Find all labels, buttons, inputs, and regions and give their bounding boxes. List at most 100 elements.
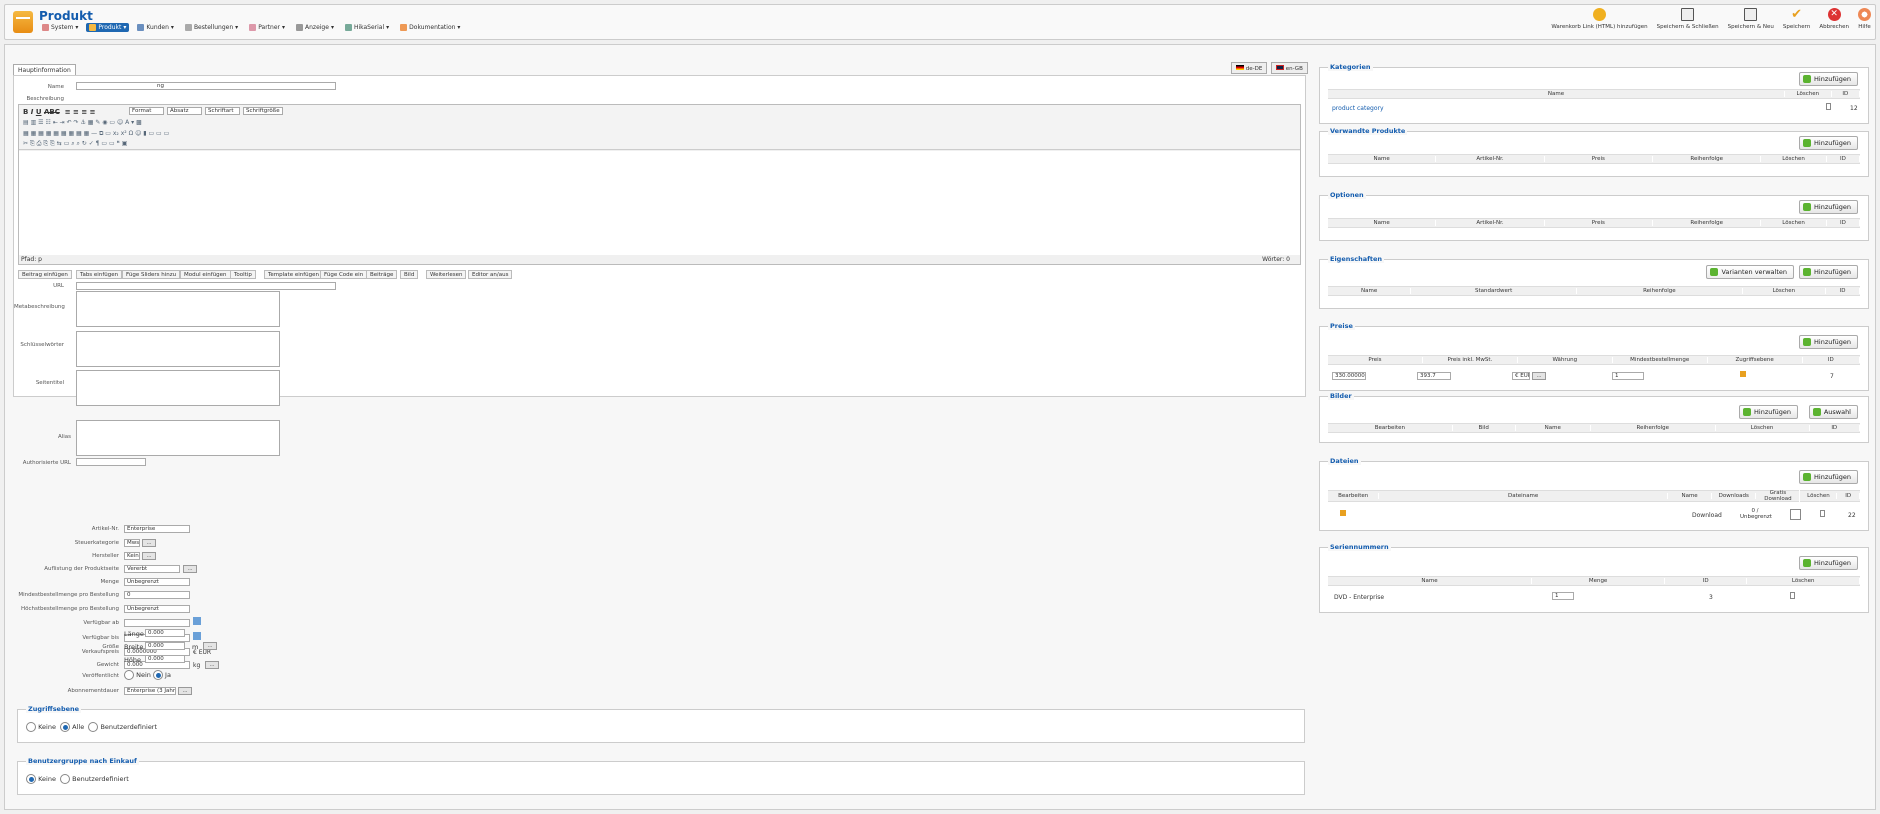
categories-title: Kategorien [1328, 63, 1373, 71]
tooltip-button[interactable]: Tooltip [230, 270, 256, 279]
access-level-edit-icon[interactable] [1740, 371, 1746, 377]
serial-quantity-input[interactable]: 1 [1552, 592, 1574, 600]
field-input[interactable]: Mwst [124, 539, 140, 547]
size-unit-select-button[interactable]: ... [203, 642, 217, 650]
categories-panel: Kategorien Hinzufügen Name Löschen ID prod… [1319, 63, 1869, 124]
canonical-url-input[interactable] [76, 458, 146, 466]
field-select-button[interactable]: ... [183, 565, 197, 573]
select-image-button[interactable]: Auswahl [1808, 405, 1858, 419]
calendar-icon[interactable] [193, 632, 201, 640]
insert-article-button[interactable]: Beitrag einfügen [18, 270, 72, 279]
format-select[interactable]: Format [129, 107, 164, 115]
category-row-name[interactable]: product category [1332, 105, 1384, 112]
menu-system[interactable]: System ▾ [39, 23, 81, 32]
published-yes-radio[interactable] [152, 670, 163, 680]
height-input[interactable]: 0.000 [145, 655, 185, 663]
articles-button[interactable]: Beiträge [366, 270, 398, 279]
menu-hikaserial[interactable]: HikaSerial ▾ [342, 23, 392, 32]
access-none-radio[interactable] [26, 722, 36, 732]
insert-template-button[interactable]: Template einfügen [264, 270, 324, 279]
insert-sliders-button[interactable]: Füge Sliders hinzu [122, 270, 181, 279]
field-input[interactable]: Unbegrenzt [124, 605, 190, 613]
editor-toolbar-row2-icons[interactable]: ▤ ▥ ☰ ☷ ⇤ ⇥ ↶ ↷ ⚓ ▦ ✎ ◉ ▭ ☺ A ▾ ▩ [23, 119, 142, 126]
url-input[interactable] [76, 282, 336, 290]
insert-code-button[interactable]: Füge Code ein [320, 270, 368, 279]
help-button[interactable]: Hilfe [1858, 8, 1871, 30]
file-delete-icon[interactable] [1820, 510, 1825, 517]
price-input[interactable]: 330.00000 [1332, 372, 1366, 380]
calendar-icon[interactable] [193, 617, 201, 625]
add-cart-link-button[interactable]: Warenkorb Link (HTML) hinzufügen [1551, 8, 1648, 30]
insert-module-button[interactable]: Modul einfügen [180, 270, 231, 279]
keywords-textarea[interactable] [76, 331, 280, 367]
usergroup-title: Benutzergruppe nach Einkauf [26, 757, 139, 765]
save-close-button[interactable]: Speichern & Schließen [1657, 8, 1719, 30]
cancel-button[interactable]: ✕ Abbrechen [1819, 8, 1849, 30]
format-buttons[interactable]: B I U ABC ≡ ≡ ≡ ≡ [23, 108, 96, 116]
add-serial-button[interactable]: Hinzufügen [1799, 556, 1858, 570]
currency-input[interactable]: € EUR [1512, 372, 1530, 380]
field-select-button[interactable]: ... [142, 539, 156, 547]
menu-bestellungen[interactable]: Bestellungen ▾ [182, 23, 241, 32]
field-input[interactable] [124, 619, 190, 627]
page-title-textarea[interactable] [76, 370, 280, 406]
serial-row-id: 3 [1709, 594, 1713, 601]
subscription-select-button[interactable]: ... [178, 687, 192, 695]
menu-kunden[interactable]: Kunden ▾ [134, 23, 177, 32]
field-input[interactable]: Keine [124, 552, 140, 560]
editor-content-area[interactable] [19, 151, 1300, 255]
meta-description-label: Metabeschreibung [14, 304, 65, 310]
toggle-editor-button[interactable]: Editor an/aus [468, 270, 513, 279]
save-new-button[interactable]: Speichern & Neu [1728, 8, 1774, 30]
add-image-button[interactable]: Hinzufügen [1739, 405, 1798, 419]
add-option-button[interactable]: Hinzufügen [1799, 200, 1858, 214]
tab-lang-en[interactable]: en-GB [1271, 62, 1308, 74]
readmore-button[interactable]: Weiterlesen [426, 270, 467, 279]
editor-toolbar-row3-icons[interactable]: ▦ ▦ ▦ ▦ ▦ ▦ ▦ ▦ ▦ — ⧉ ▭ x₂ x² Ω ☺ ▮ ▭ ▭ … [23, 130, 169, 138]
manage-variants-button[interactable]: Varianten verwalten [1706, 265, 1794, 279]
field-input[interactable]: Unbegrenzt [124, 578, 190, 586]
price-incl-tax-input[interactable]: 393.7 [1417, 372, 1451, 380]
currency-select-button[interactable]: ... [1532, 372, 1546, 380]
field-input[interactable]: Enterprise [124, 525, 190, 533]
length-input[interactable]: 0.000 [145, 629, 185, 637]
add-category-button[interactable]: Hinzufügen [1799, 72, 1858, 86]
subscription-input[interactable]: Enterprise (3 Jahre) [124, 687, 176, 695]
name-input[interactable]: ng [76, 82, 336, 90]
field-input[interactable]: Vererbt [124, 565, 180, 573]
category-delete-icon[interactable] [1826, 103, 1831, 110]
access-all-radio[interactable] [60, 722, 71, 732]
font-size-select[interactable]: Schriftgröße [243, 107, 283, 115]
menu-produkt[interactable]: Produkt ▾ [86, 23, 130, 32]
menu-anzeige[interactable]: Anzeige ▾ [293, 23, 337, 32]
usergroup-none-radio[interactable] [26, 774, 36, 784]
width-input[interactable]: 0.000 [145, 642, 185, 650]
add-file-button[interactable]: Hinzufügen [1799, 470, 1858, 484]
font-select[interactable]: Schriftart [205, 107, 240, 115]
serial-delete-icon[interactable] [1790, 592, 1795, 599]
save-button[interactable]: ✔ Speichern [1783, 8, 1810, 30]
tab-lang-de[interactable]: de-DE [1231, 62, 1268, 74]
access-custom-radio[interactable] [88, 722, 99, 732]
tab-hauptinformation[interactable]: Hauptinformation [13, 64, 76, 75]
field-input[interactable]: 0 [124, 591, 190, 599]
image-button[interactable]: Bild [400, 270, 419, 279]
paragraph-select[interactable]: Absatz [167, 107, 202, 115]
usergroup-custom-radio[interactable] [60, 774, 71, 784]
field-label: Höchstbestellmenge pro Bestellung [20, 606, 119, 612]
menu-partner[interactable]: Partner ▾ [246, 23, 288, 32]
published-no-radio[interactable] [124, 670, 134, 680]
min-quantity-input[interactable]: 1 [1612, 372, 1644, 380]
file-edit-icon[interactable] [1340, 510, 1346, 516]
add-related-button[interactable]: Hinzufügen [1799, 136, 1858, 150]
alias-textarea[interactable] [76, 420, 280, 456]
add-price-button[interactable]: Hinzufügen [1799, 335, 1858, 349]
insert-tabs-button[interactable]: Tabs einfügen [76, 270, 123, 279]
field-select-button[interactable]: ... [142, 552, 156, 560]
editor-toolbar-row4-icons[interactable]: ✂ ⎘ ⎙ ⎘ ⎘ ⇆ ▭ ⌕ ⌕ ↻ ✓ ¶ ▭ ▭ ❝ ▣ [23, 140, 127, 148]
weight-unit-select-button[interactable]: ... [205, 661, 219, 669]
free-download-checkbox[interactable] [1790, 509, 1801, 520]
menu-dokumentation[interactable]: Dokumentation ▾ [397, 23, 463, 32]
meta-description-textarea[interactable] [76, 291, 280, 327]
add-property-button[interactable]: Hinzufügen [1799, 265, 1858, 279]
